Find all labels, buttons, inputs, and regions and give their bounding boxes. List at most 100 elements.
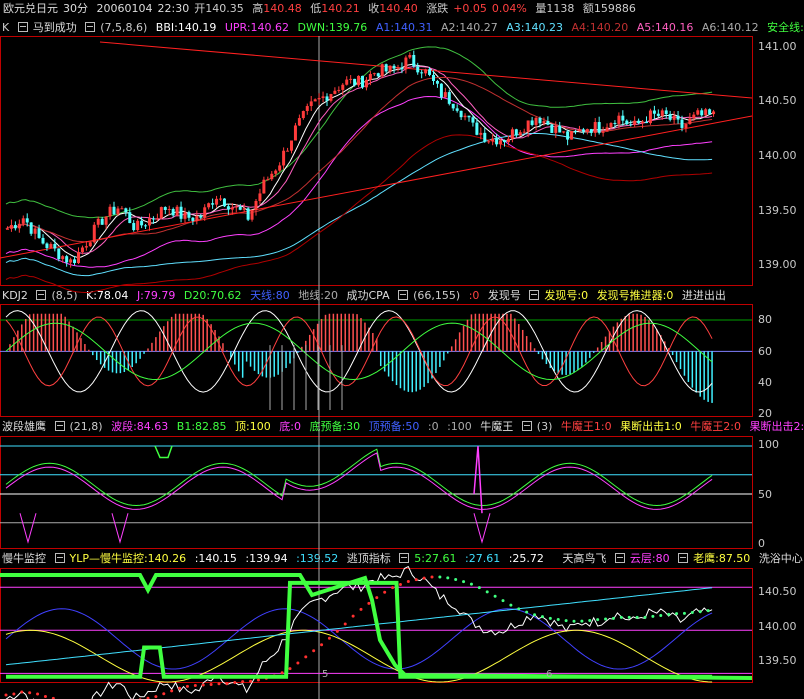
ylp-dot	[43, 695, 47, 699]
candle-body	[96, 218, 100, 225]
ylp-dot	[335, 629, 339, 633]
kdj-panel	[0, 310, 752, 410]
ylp-dot	[422, 576, 426, 580]
candle-body	[155, 218, 159, 220]
candle-body	[100, 218, 104, 225]
candle-body	[368, 74, 372, 80]
candle-body	[648, 110, 652, 124]
ylp-dot	[312, 649, 316, 653]
candle-body	[345, 79, 349, 85]
candle-body	[676, 115, 680, 120]
candle-body	[471, 117, 475, 123]
candle-body	[211, 203, 215, 205]
ylp-dot	[359, 607, 363, 611]
candle-body	[21, 218, 25, 224]
candle-body	[6, 228, 9, 230]
ylp-dot	[209, 683, 213, 687]
candle-body	[447, 92, 451, 104]
wave-eagle-panel	[0, 445, 752, 544]
candle-body	[219, 198, 222, 200]
marker-6: 6	[546, 669, 552, 680]
ylp-dot	[398, 583, 402, 587]
candle-body	[712, 111, 716, 115]
candle-body	[45, 243, 49, 248]
ylp-dot	[20, 690, 24, 694]
candle-body	[597, 122, 601, 133]
candle-body	[404, 57, 408, 70]
candle-body	[696, 110, 700, 115]
candle-body	[475, 122, 479, 135]
ylp-dot	[706, 609, 710, 613]
candle-body	[266, 179, 270, 181]
candle-body	[17, 223, 21, 229]
candle-body	[664, 110, 668, 115]
candle-body	[546, 121, 550, 125]
candle-body	[652, 110, 656, 114]
candle-body	[459, 110, 463, 118]
candle-body	[380, 64, 384, 77]
candle-body	[175, 206, 179, 216]
candle-body	[609, 122, 613, 128]
ylp-dot	[446, 576, 450, 580]
candle-body	[641, 121, 645, 124]
ylp-white-line	[5, 565, 713, 699]
candle-body	[73, 259, 77, 264]
candle-body	[132, 223, 136, 231]
candle-body	[77, 252, 80, 264]
b1-line	[5, 448, 713, 507]
chart-canvas[interactable]: 5 6	[0, 0, 804, 699]
candle-body	[226, 206, 230, 210]
ylp-dot	[225, 682, 229, 686]
candle-body	[270, 173, 274, 180]
candle-body	[364, 79, 368, 88]
ylp-dot	[604, 617, 608, 621]
candle-body	[29, 222, 33, 234]
candle-body	[463, 115, 467, 118]
ylp-dot	[619, 615, 623, 619]
ylp-dot	[564, 619, 568, 623]
candle-body	[53, 244, 57, 249]
ylp-dot	[28, 691, 32, 695]
bottom-signal	[111, 513, 129, 544]
ylp-dot	[501, 599, 505, 603]
candle-body	[179, 206, 183, 219]
candle-body	[293, 125, 297, 141]
ylp-dot	[540, 615, 544, 619]
ylp-dot	[241, 680, 245, 684]
candle-body	[499, 140, 503, 145]
candle-body	[41, 237, 45, 244]
candle-body	[278, 165, 282, 171]
candle-body	[69, 259, 73, 263]
ylp-dot	[201, 683, 205, 687]
ylp-dot	[351, 614, 355, 618]
candle-body	[424, 69, 428, 74]
candle-body	[357, 75, 361, 86]
ylp-dot	[517, 607, 521, 611]
ylp-dot	[643, 615, 647, 619]
candle-body	[542, 121, 546, 124]
candle-body	[487, 141, 491, 143]
candle-body	[187, 212, 191, 218]
candle-body	[708, 109, 712, 115]
ylp-dot	[675, 612, 679, 616]
candle-body	[692, 114, 696, 119]
ylp-dot	[233, 680, 237, 684]
candle-body	[144, 225, 148, 227]
candle-body	[84, 246, 88, 248]
candle-body	[61, 256, 65, 260]
candle-body	[250, 210, 254, 220]
candle-body	[238, 206, 242, 210]
candle-body	[589, 129, 593, 133]
ylp-dot	[170, 689, 174, 693]
candle-body	[254, 200, 258, 211]
ylp-dot	[304, 655, 308, 659]
ylp-dot	[690, 610, 694, 614]
ylp-dot	[556, 618, 560, 622]
ylp-dot	[217, 682, 221, 686]
ylp-dot	[477, 586, 481, 590]
candle-body	[136, 220, 140, 231]
candle-body	[325, 96, 329, 101]
candle-body	[222, 198, 226, 207]
candle-body	[286, 150, 290, 152]
ylp-dot	[493, 594, 497, 598]
